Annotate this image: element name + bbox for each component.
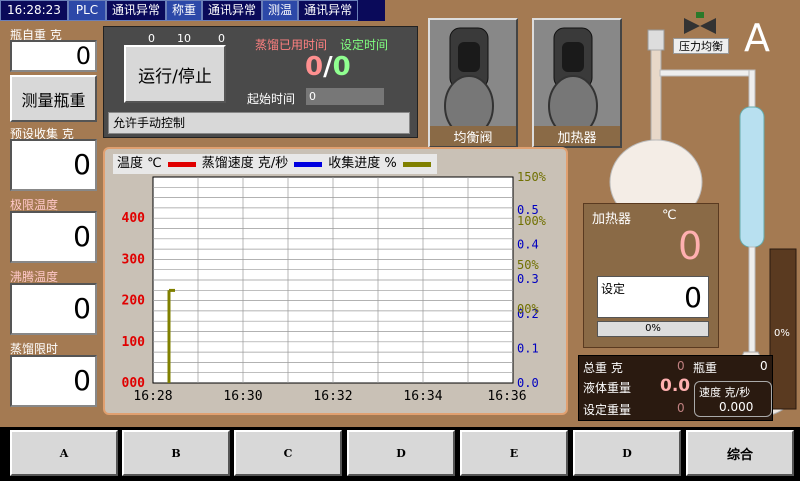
equalize-valve-panel[interactable]: 均衡阀 [428,18,518,148]
y-right-percent-tick: 150% [517,170,547,184]
y-left-tick: 300 [122,252,146,267]
clock: 16:28:23 [0,0,68,21]
mode-letter: A [744,16,770,60]
side-tube [659,69,756,77]
run-stop-button[interactable]: 运行/停止 [124,45,226,103]
legend-speed-swatch [294,161,323,167]
scale-0-left: 0 [148,32,155,45]
nav-button-summary[interactable]: 综合 [686,430,794,476]
elapsed-time-label: 蒸馏已用时间 [255,38,328,52]
status-temp: 测温 [262,0,299,21]
bottle-weight-readout-label: 瓶重 [693,361,718,375]
legend-progress-swatch [402,161,431,167]
nav-button-a[interactable]: A [10,430,118,476]
scale-0-right: 0 [218,32,225,45]
x-tick: 16:36 [487,389,526,404]
y-right-percent-tick: 50% [517,258,539,272]
boil-temp-field[interactable]: 0 [10,283,97,335]
status-comm-2: 通讯异常 [202,0,263,21]
speed-label: 速度 克/秒 [699,386,751,399]
plc-status: PLC [68,0,106,21]
nav-button-d2[interactable]: D [573,430,681,476]
nav-button-d[interactable]: D [347,430,455,476]
set-time-label: 设定时间 [340,38,389,52]
start-time-label: 起始时间 [247,92,296,106]
preset-collect-field[interactable]: 0 [10,139,97,191]
trend-chart[interactable]: 0001002003004000.00.10.20.30.40.500%50%1… [105,170,565,410]
limit-temp-field[interactable]: 0 [10,211,97,263]
time-separator: / [323,52,333,82]
valve-actuator [696,12,704,18]
equalize-valve-label: 均衡阀 [453,131,493,146]
status-weighing: 称重 [166,0,203,21]
status-bar: 16:28:23 PLC 通讯异常 称重 通讯异常 测温 通讯异常 [0,0,385,21]
bottle-weight-readout-value: 0 [760,359,768,373]
x-tick: 16:32 [313,389,352,404]
elapsed-time-display: 0/0 [305,52,351,82]
x-tick: 16:28 [133,389,172,404]
set-weight-value: 0 [677,401,685,415]
x-tick: 16:34 [403,389,442,404]
y-right-speed-tick: 0.3 [517,272,539,286]
nav-button-b[interactable]: B [122,430,230,476]
y-left-tick: 100 [122,335,146,350]
elapsed-time-value: 0 [305,52,324,82]
liquid-weight-label: 液体重量 [583,381,632,395]
x-tick: 16:30 [223,389,262,404]
measure-bottle-button[interactable]: 测量瓶重 [10,75,97,122]
valve-left-icon [684,18,700,34]
flask-stopper [647,29,665,51]
heater-temp-value: 0 [678,224,703,268]
liquid-weight-value: 0.0 [660,376,691,396]
y-right-percent-tick: 100% [517,214,547,228]
total-weight-label: 总重 克 [583,361,623,375]
speed-value: 0.000 [719,400,754,414]
y-left-tick: 200 [122,294,146,309]
flask-neck [650,49,662,141]
y-left-tick: 400 [122,211,146,226]
start-time-field[interactable]: 0 [306,88,384,105]
set-time-value: 0 [332,52,351,82]
heater-setpoint-box[interactable]: 设定 0 [597,276,709,318]
manual-control-toggle[interactable]: 允许手动控制 [108,112,410,134]
status-comm-3: 通讯异常 [298,0,359,21]
y-right-speed-tick: 0.4 [517,238,539,252]
set-weight-label: 设定重量 [583,403,632,417]
speed-readout: 速度 克/秒 0.000 [694,381,772,417]
heater-label: 加热器 [592,212,632,227]
setpoint-label: 设定 [601,282,626,296]
legend-temp-swatch [167,161,196,167]
scale-10: 10 [177,32,191,45]
nav-button-e[interactable]: E [460,430,568,476]
bottle-weight-field[interactable]: 0 [10,40,97,72]
y-right-speed-tick: 0.1 [517,341,539,355]
down-tube [748,69,756,111]
heater-unit: ℃ [662,208,677,223]
condenser [739,106,765,248]
valve-right-icon [700,18,716,34]
distill-time-field[interactable]: 0 [10,355,97,407]
condenser-outlet [748,246,756,358]
setpoint-value: 0 [684,281,702,314]
y-right-percent-tick: 00% [517,302,539,316]
nav-button-c[interactable]: C [234,430,342,476]
status-comm-1: 通讯异常 [106,0,167,21]
pressure-balance-label: 压力均衡 [673,38,729,54]
receiver-percent: 0% [774,328,790,339]
heater-power-bar: 0% [597,321,709,337]
total-weight-value: 0 [677,359,685,373]
y-right-speed-tick: 0.0 [517,376,539,390]
